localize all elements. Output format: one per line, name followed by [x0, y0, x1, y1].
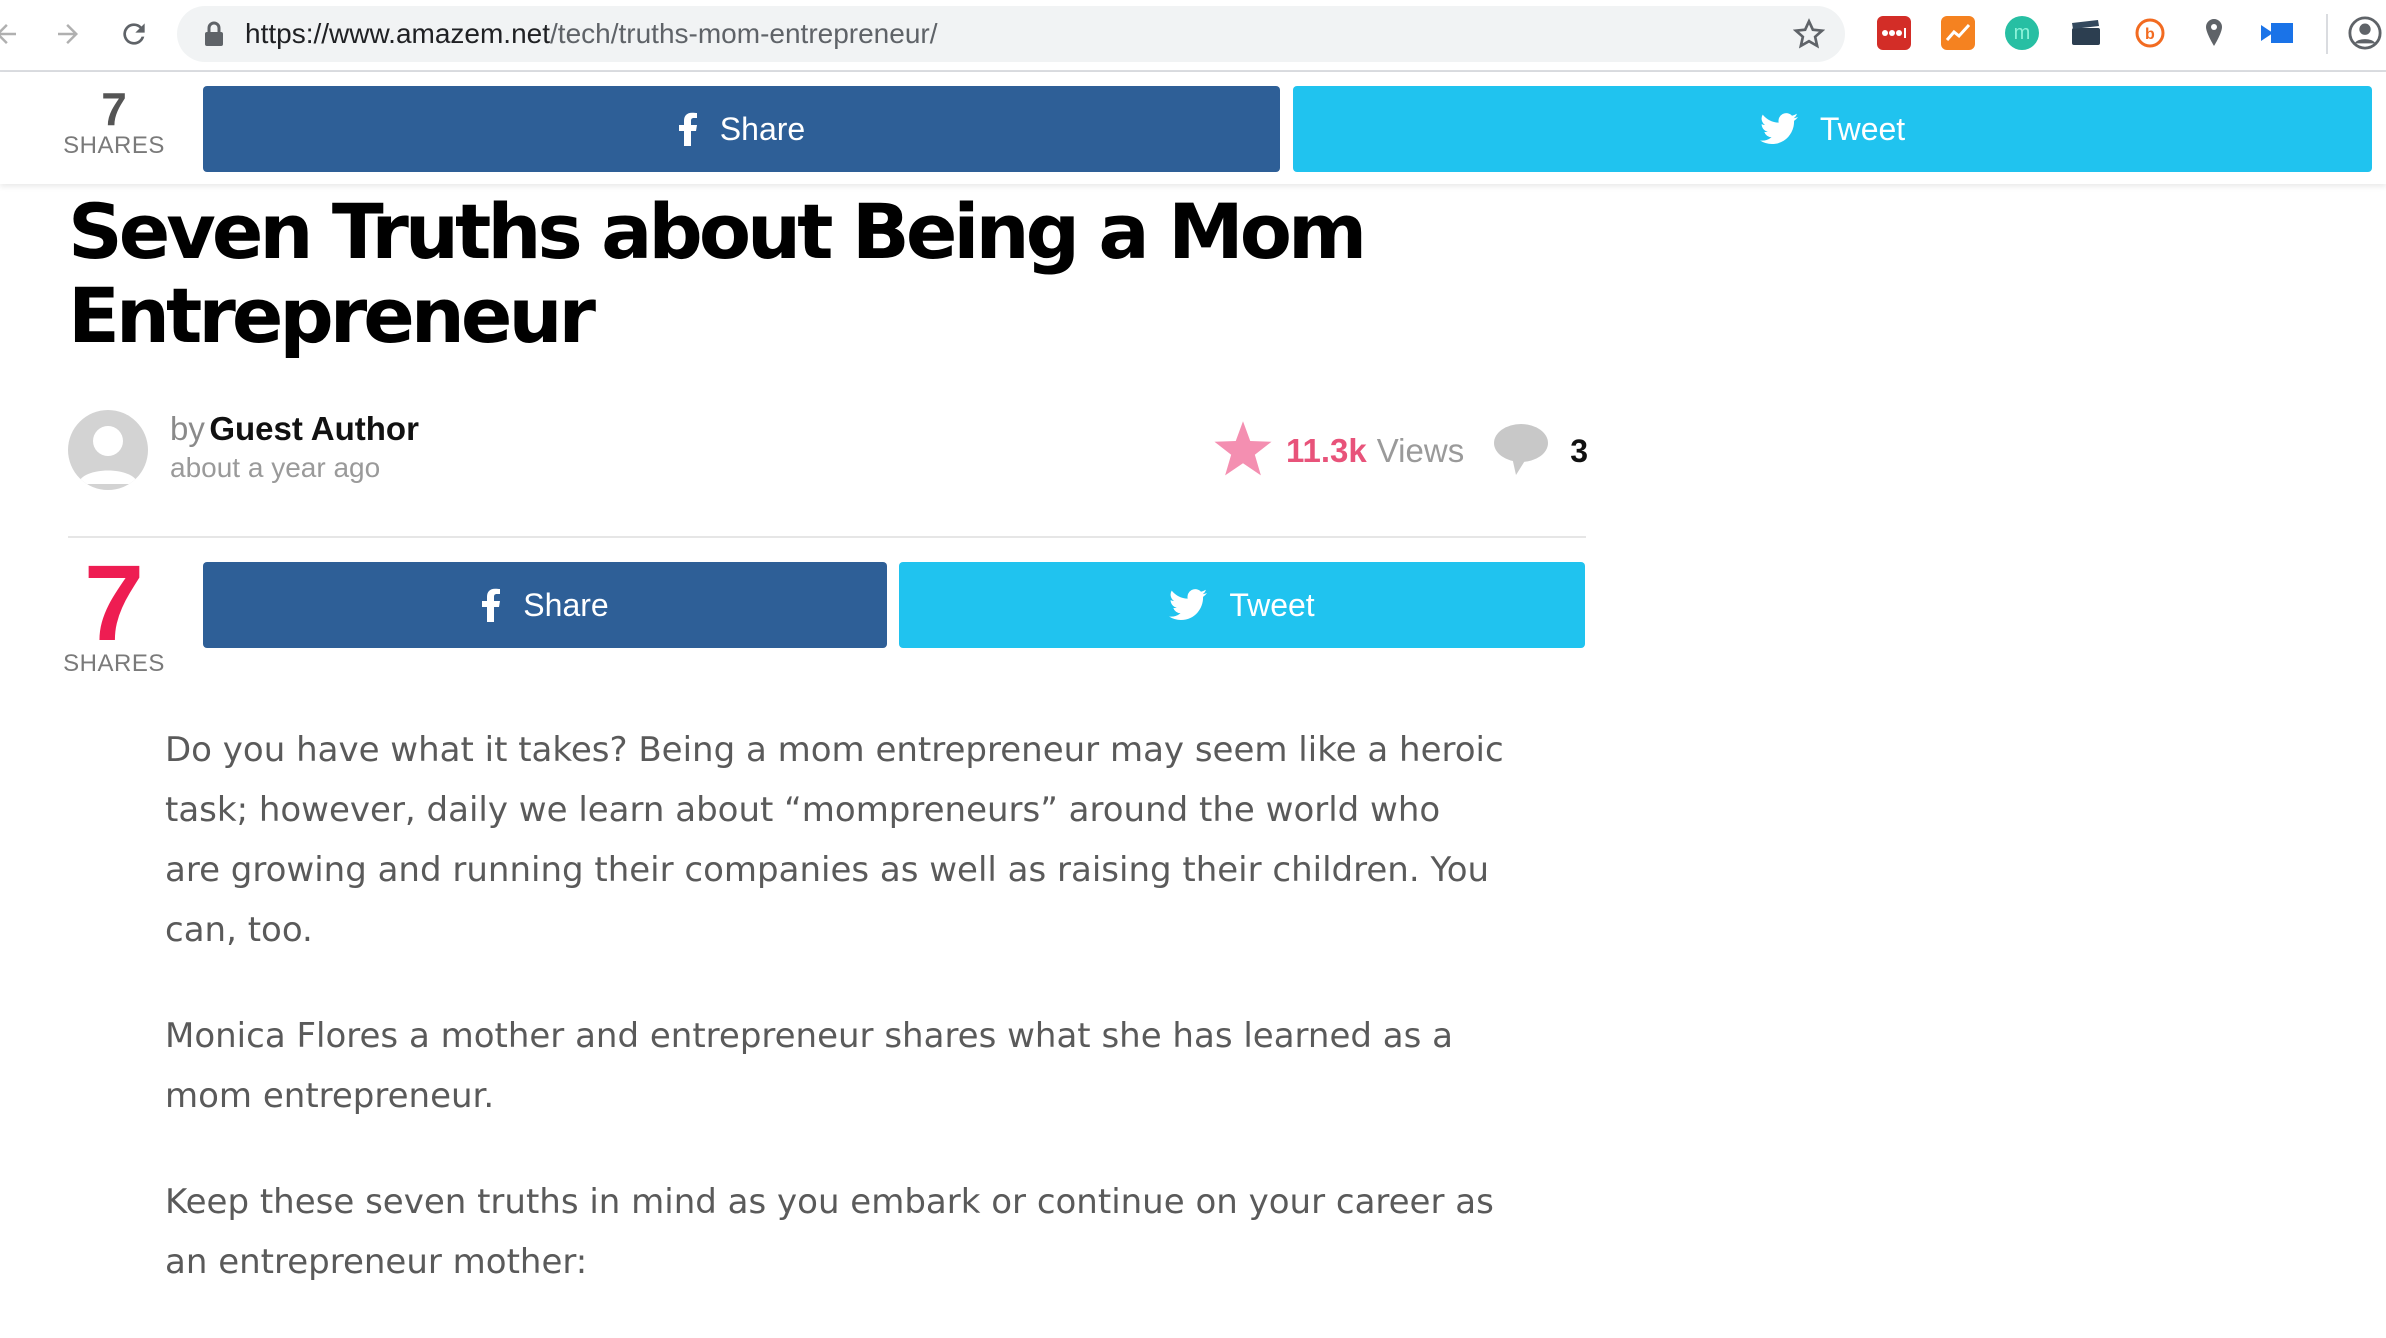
- sticky-twitter-label: Tweet: [1819, 110, 1906, 147]
- back-button[interactable]: [0, 14, 26, 54]
- b-extension-label: b: [2145, 26, 2155, 43]
- article-share-number: 7: [83, 542, 145, 663]
- sticky-shares-label: SHARES: [63, 132, 165, 159]
- article-body: Do you have what it takes? Being a mom e…: [165, 720, 1505, 1338]
- article-facebook-label: Share: [523, 586, 609, 623]
- url-domain: https://www.amazem.net: [245, 18, 551, 49]
- screen-share-icon[interactable]: [2261, 16, 2295, 50]
- sticky-twitter-tweet-button[interactable]: Tweet: [1293, 86, 2372, 172]
- article-share-count: 7 SHARES: [62, 542, 166, 678]
- article-twitter-label: Tweet: [1229, 586, 1315, 623]
- sticky-share-count: 7 SHARES: [62, 86, 166, 160]
- facebook-icon: [481, 588, 501, 622]
- lastpass-icon[interactable]: [1877, 16, 1911, 50]
- facebook-icon: [678, 112, 698, 146]
- reload-button[interactable]: [114, 14, 154, 54]
- article-title: Seven Truths about Being a Mom Entrepren…: [68, 187, 1367, 360]
- publish-date: about a year ago: [170, 452, 381, 483]
- by-prefix: by: [170, 410, 205, 447]
- article-shares-label: SHARES: [63, 650, 165, 677]
- byline: by Guest Author about a year ago: [170, 410, 419, 484]
- trending-star-icon: [1214, 420, 1272, 482]
- article-twitter-tweet-button[interactable]: Tweet: [899, 562, 1585, 648]
- sticky-facebook-share-button[interactable]: Share: [203, 86, 1280, 172]
- m-extension-icon[interactable]: m: [2005, 16, 2039, 50]
- address-bar[interactable]: https://www.amazem.net/tech/truths-mom-e…: [177, 6, 1845, 62]
- back-arrow-icon: [0, 24, 16, 44]
- article-paragraph: Keep these seven truths in mind as you e…: [165, 1182, 1494, 1282]
- browser-toolbar: https://www.amazem.net/tech/truths-mom-e…: [0, 0, 2386, 70]
- map-pin-icon[interactable]: [2197, 16, 2231, 50]
- article-paragraph: Monica Flores a mother and entrepreneur …: [165, 1016, 1453, 1116]
- analytics-icon[interactable]: [1941, 16, 1975, 50]
- views-count: 11.3k: [1286, 432, 1367, 469]
- url-text: https://www.amazem.net/tech/truths-mom-e…: [245, 6, 938, 62]
- article-stats: 11.3k Views 3: [1214, 416, 1588, 486]
- m-extension-label: m: [2013, 21, 2031, 44]
- clapper-icon[interactable]: [2069, 16, 2103, 50]
- url-path: /tech/truths-mom-entrepreneur/: [550, 18, 938, 49]
- sticky-share-number: 7: [101, 83, 127, 135]
- author-name-link[interactable]: Guest Author: [209, 410, 419, 447]
- article-facebook-share-button[interactable]: Share: [203, 562, 887, 648]
- comment-count[interactable]: 3: [1570, 433, 1588, 470]
- b-extension-icon[interactable]: b: [2133, 16, 2167, 50]
- views-label: Views: [1376, 432, 1465, 469]
- sticky-facebook-label: Share: [719, 110, 806, 147]
- reload-icon: [123, 23, 145, 45]
- article-paragraph: Do you have what it takes? Being a mom e…: [165, 730, 1504, 950]
- twitter-bird-icon: [1759, 113, 1798, 145]
- bookmark-star-icon[interactable]: [1792, 18, 1826, 54]
- meta-divider: [68, 536, 1586, 538]
- forward-button[interactable]: [48, 14, 88, 54]
- forward-arrow-icon: [58, 24, 78, 44]
- author-meta-row: by Guest Author about a year ago 11.3k V…: [68, 410, 1588, 490]
- comment-bubble-icon[interactable]: [1492, 421, 1550, 482]
- author-avatar[interactable]: [68, 410, 148, 490]
- sticky-share-bar: 7 SHARES Share Tweet: [0, 72, 2386, 184]
- profile-avatar-icon[interactable]: [2348, 16, 2382, 50]
- toolbar-separator: [2326, 14, 2328, 54]
- twitter-bird-icon: [1169, 589, 1208, 621]
- lock-icon: [203, 21, 225, 51]
